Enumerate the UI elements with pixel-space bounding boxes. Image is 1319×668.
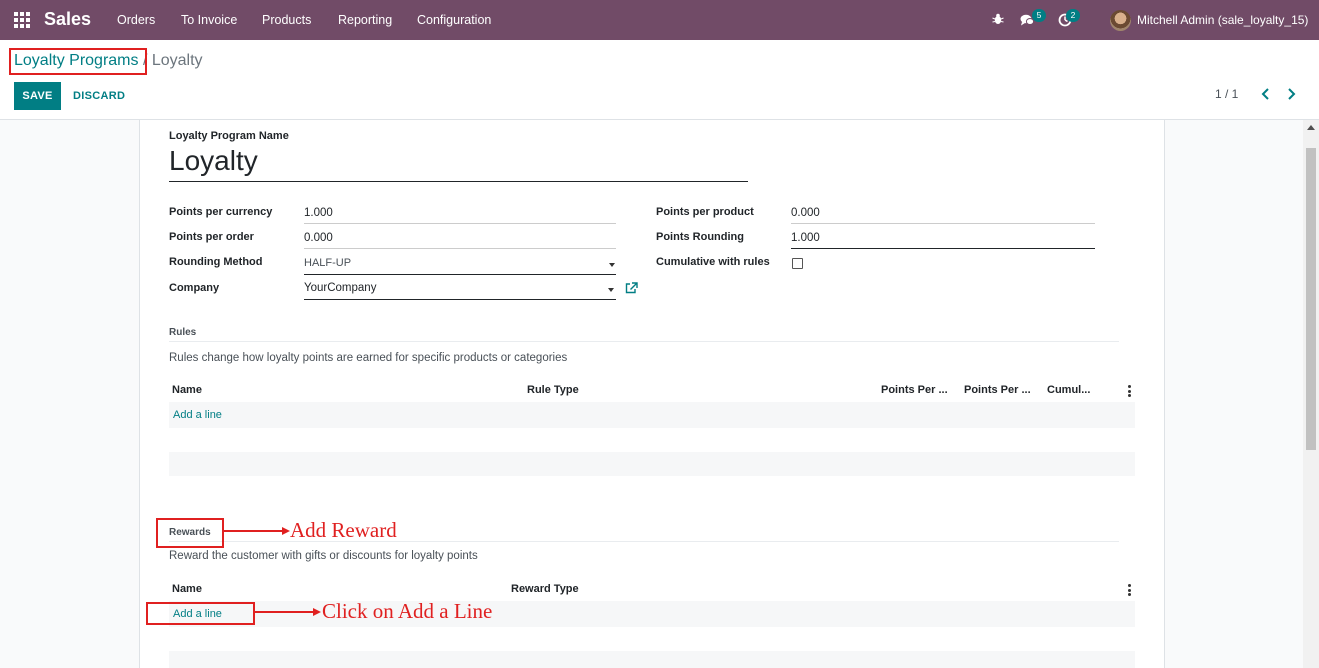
- company-field[interactable]: YourCompany: [304, 282, 376, 294]
- page-scrollbar[interactable]: [1303, 120, 1319, 668]
- debug-bug-icon[interactable]: [992, 13, 1004, 25]
- rules-col-cumulative[interactable]: Cumul...: [1047, 384, 1090, 396]
- add-line-arrow-head: [313, 608, 321, 616]
- points-per-order-underline: [304, 248, 616, 249]
- points-per-currency-field[interactable]: 1.000: [304, 207, 333, 219]
- rules-help-text: Rules change how loyalty points are earn…: [169, 352, 568, 364]
- messages-count-badge: 5: [1032, 9, 1046, 22]
- rules-add-line-link[interactable]: Add a line: [173, 409, 222, 421]
- activities-count-badge: 2: [1066, 9, 1080, 22]
- rounding-method-select[interactable]: HALF-UP: [304, 257, 351, 269]
- add-reward-arrow-head: [282, 527, 290, 535]
- points-rounding-label: Points Rounding: [656, 231, 744, 243]
- points-per-currency-underline: [304, 223, 616, 224]
- menu-reporting[interactable]: Reporting: [338, 13, 392, 27]
- points-rounding-underline: [791, 248, 1095, 249]
- pager-next-icon[interactable]: [1285, 87, 1297, 101]
- add-line-arrow-line: [255, 611, 313, 613]
- breadcrumb-annotation-box: [9, 48, 147, 75]
- form-sheet: Loyalty Program Name Loyalty Points per …: [139, 120, 1165, 668]
- discard-button[interactable]: DISCARD: [73, 82, 125, 110]
- pager-value[interactable]: 1 / 1: [1215, 87, 1238, 101]
- rules-col-points-per-1[interactable]: Points Per ...: [881, 384, 948, 396]
- menu-orders[interactable]: Orders: [117, 13, 155, 27]
- rounding-method-label: Rounding Method: [169, 256, 263, 268]
- rounding-method-underline: [304, 274, 616, 275]
- points-per-product-label: Points per product: [656, 206, 754, 218]
- scroll-thumb[interactable]: [1306, 148, 1316, 450]
- add-line-annotation-box: [146, 602, 255, 625]
- external-link-icon[interactable]: [625, 282, 638, 294]
- menu-configuration[interactable]: Configuration: [417, 13, 491, 27]
- rules-add-line-row: [169, 402, 1135, 428]
- points-per-order-field[interactable]: 0.000: [304, 232, 333, 244]
- company-chevron-down-icon[interactable]: [608, 288, 614, 292]
- rules-optional-columns-icon[interactable]: [1128, 385, 1131, 399]
- rewards-annotation-box: [156, 518, 224, 548]
- top-navbar: Sales Orders To Invoice Products Reporti…: [0, 0, 1319, 40]
- rules-empty-row: [169, 452, 1135, 476]
- rules-col-rule-type[interactable]: Rule Type: [527, 384, 579, 396]
- user-menu[interactable]: Mitchell Admin (sale_loyalty_15): [1137, 13, 1308, 27]
- user-avatar[interactable]: [1110, 10, 1131, 31]
- menu-products[interactable]: Products: [262, 13, 311, 27]
- rewards-empty-row: [169, 651, 1135, 668]
- program-name-underline: [169, 181, 748, 182]
- pager-previous-icon[interactable]: [1260, 87, 1272, 101]
- rewards-help-text: Reward the customer with gifts or discou…: [169, 550, 478, 562]
- cumulative-label: Cumulative with rules: [656, 256, 770, 268]
- click-add-line-annotation: Click on Add a Line: [322, 599, 493, 623]
- rewards-optional-columns-icon[interactable]: [1128, 584, 1131, 598]
- breadcrumb-current: Loyalty: [151, 52, 203, 69]
- add-reward-annotation: Add Reward: [290, 518, 397, 542]
- program-name-input[interactable]: Loyalty: [169, 145, 258, 177]
- apps-menu-icon[interactable]: [14, 12, 30, 28]
- scroll-up-arrow-icon[interactable]: [1307, 125, 1315, 130]
- points-per-product-field[interactable]: 0.000: [791, 207, 820, 219]
- program-name-label: Loyalty Program Name: [169, 130, 289, 142]
- app-name[interactable]: Sales: [44, 9, 91, 30]
- company-underline: [304, 299, 616, 300]
- rewards-col-reward-type[interactable]: Reward Type: [511, 583, 579, 595]
- points-per-currency-label: Points per currency: [169, 206, 273, 218]
- cumulative-checkbox[interactable]: [792, 258, 803, 269]
- points-per-order-label: Points per order: [169, 231, 254, 243]
- points-per-product-underline: [791, 223, 1095, 224]
- company-label: Company: [169, 282, 220, 294]
- rules-separator: [169, 341, 1119, 342]
- rewards-col-name[interactable]: Name: [172, 583, 202, 595]
- rules-col-points-per-2[interactable]: Points Per ...: [964, 384, 1031, 396]
- control-panel: Loyalty Programs / Loyalty SAVE DISCARD …: [0, 40, 1319, 120]
- rules-col-name[interactable]: Name: [172, 384, 202, 396]
- save-button[interactable]: SAVE: [14, 82, 61, 110]
- menu-to-invoice[interactable]: To Invoice: [181, 13, 237, 27]
- points-rounding-field[interactable]: 1.000: [791, 232, 820, 244]
- rounding-method-chevron-down-icon[interactable]: [609, 263, 615, 267]
- rules-section-title: Rules: [169, 327, 197, 338]
- add-reward-arrow-line: [224, 530, 282, 532]
